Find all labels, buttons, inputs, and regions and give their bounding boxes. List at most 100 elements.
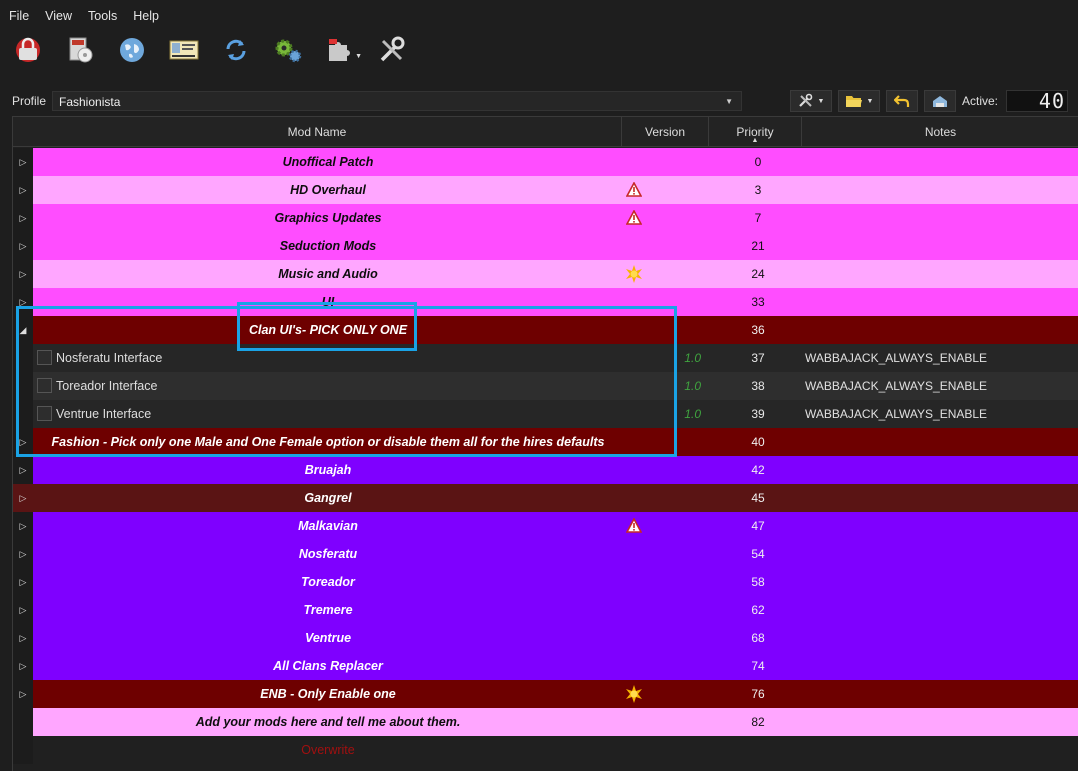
separator-row-seduction-mods[interactable]: ▷ Seduction Mods 21 [13,232,1078,260]
separator-row-enb-only-enable-one[interactable]: ▷ ENB - Only Enable one 76 [13,680,1078,708]
separator-row-hd-overhaul[interactable]: ▷ HD Overhaul 3 [13,176,1078,204]
executables-gears-button[interactable] [270,34,306,68]
separator-row-music-and-audio[interactable]: ▷ Music and Audio 24 [13,260,1078,288]
mod-priority: 47 [751,519,765,533]
mod-version: 1.0 [684,351,701,365]
expand-arrow-icon[interactable]: ▷ [13,652,33,680]
separator-row-unoffical-patch[interactable]: ▷ Unoffical Patch 0 [13,148,1078,176]
separator-row-all-clans-replacer[interactable]: ▷ All Clans Replacer 74 [13,652,1078,680]
separator-row-ventrue[interactable]: ▷ Ventrue 68 [13,624,1078,652]
warning-icon[interactable] [625,517,643,534]
profiles-card-button[interactable] [166,34,202,68]
mod-name-label: Add your mods here and tell me about the… [195,715,461,729]
expand-arrow-icon[interactable]: ▷ [13,428,33,456]
row-gutter [13,736,33,764]
mod-enable-checkbox[interactable] [37,378,52,393]
install-mod-button[interactable] [62,34,98,68]
column-header-notes[interactable]: Notes [802,117,1078,147]
active-count-display: 40 [1006,90,1068,112]
column-header-mod-name[interactable]: Mod Name [13,117,622,147]
open-instance-icon [13,35,43,68]
separator-row-graphics-updates[interactable]: ▷ Graphics Updates 7 [13,204,1078,232]
mod-version: 1.0 [684,379,701,393]
overwrite-row[interactable]: Overwrite [13,736,1078,764]
mod-name-label: HD Overhaul [290,183,366,197]
expand-arrow-icon[interactable]: ▷ [13,596,33,624]
separator-row-gangrel[interactable]: ▷ Gangrel 45 [13,484,1078,512]
expand-arrow-icon[interactable]: ▷ [13,484,33,512]
expand-arrow-icon[interactable]: ▷ [13,204,33,232]
expand-arrow-icon[interactable]: ▷ [13,512,33,540]
separator-row-nosferatu[interactable]: ▷ Nosferatu 54 [13,540,1078,568]
expand-arrow-icon[interactable]: ▷ [13,456,33,484]
warning-icon[interactable] [625,181,643,198]
column-header-version[interactable]: Version [622,117,709,147]
table-header: Mod Name Version ▲ Priority Notes [13,117,1078,147]
settings-tools-icon [377,35,407,68]
menu-tools[interactable]: Tools [80,6,125,28]
separator-row-clan-ui-s-pick-only-one[interactable]: ◢ Clan UI's- PICK ONLY ONE 36 [13,316,1078,344]
open-folder-menu-button[interactable]: ▼ [838,90,880,112]
mod-enable-checkbox[interactable] [37,350,52,365]
restore-backup-button[interactable] [886,90,918,112]
mod-row-nosferatu-interface[interactable]: Nosferatu Interface 1.0 37 WABBAJACK_ALWAYS… [13,344,1078,372]
mod-name-label: Music and Audio [278,267,378,281]
mod-row-toreador-interface[interactable]: Toreador Interface 1.0 38 WABBAJACK_ALWAYS_… [13,372,1078,400]
profile-row: Profile Fashionista ▼ ▼ ▼ Active: 40 [0,90,1078,112]
row-gutter [13,372,33,400]
mod-notes: WABBAJACK_ALWAYS_ENABLE [805,407,988,421]
expand-arrow-icon[interactable]: ▷ [13,288,33,316]
mod-notes: WABBAJACK_ALWAYS_ENABLE [805,379,988,393]
separator-row-bruajah[interactable]: ▷ Bruajah 42 [13,456,1078,484]
refresh-button[interactable] [218,34,254,68]
settings-tools-button[interactable] [374,34,410,68]
nexus-globe-button[interactable] [114,34,150,68]
mod-row-ventrue-interface[interactable]: Ventrue Interface 1.0 39 WABBAJACK_ALWAYS_E… [13,400,1078,428]
mod-name-label: Malkavian [298,519,358,533]
expand-arrow-icon[interactable]: ▷ [13,624,33,652]
plugins-puzzle-button[interactable]: ▼ [322,34,362,68]
mod-name-label: Overwrite [301,743,355,757]
mod-name-label: Clan UI's- PICK ONLY ONE [248,323,408,337]
backup-icon [933,96,947,107]
open-instance-button[interactable] [10,34,46,68]
separator-row-ui[interactable]: ▷ UI 33 [13,288,1078,316]
mod-list-table: Mod Name Version ▲ Priority Notes ▷ Unoff… [12,116,1078,771]
expand-arrow-icon[interactable]: ▷ [13,680,33,708]
mod-priority: 24 [751,267,765,281]
profile-label: Profile [12,94,47,108]
row-gutter [13,708,33,736]
separator-row-toreador[interactable]: ▷ Toreador 58 [13,568,1078,596]
warning-icon[interactable] [625,209,643,226]
mod-priority: 54 [751,547,765,561]
collapse-arrow-icon[interactable]: ◢ [13,316,33,344]
expand-arrow-icon[interactable]: ▷ [13,176,33,204]
expand-arrow-icon[interactable]: ▷ [13,540,33,568]
conflict-star-icon[interactable] [625,265,643,283]
expand-arrow-icon[interactable]: ▷ [13,260,33,288]
create-backup-button[interactable] [924,90,956,112]
menu-view[interactable]: View [37,6,80,28]
expand-arrow-icon[interactable]: ▷ [13,568,33,596]
separator-row-fashion-pick-only-one-male-and-one-femal[interactable]: ▷ Fashion - Pick only one Male and One Fe… [13,428,1078,456]
expand-arrow-icon[interactable]: ▷ [13,148,33,176]
separator-row-malkavian[interactable]: ▷ Malkavian 47 [13,512,1078,540]
mod-priority: 42 [751,463,765,477]
menu-file[interactable]: File [0,6,37,28]
mod-priority: 58 [751,575,765,589]
conflict-star-icon[interactable] [625,685,643,703]
mod-enable-checkbox[interactable] [37,406,52,421]
mod-priority: 40 [751,435,765,449]
mod-name-label: Toreador Interface [56,379,158,393]
menu-help[interactable]: Help [125,6,167,28]
mod-priority: 68 [751,631,765,645]
profile-dropdown[interactable]: Fashionista ▼ [52,91,742,111]
separator-row-add-your-mods-here-and-tell-me-about-the[interactable]: Add your mods here and tell me about the… [13,708,1078,736]
mod-priority: 7 [754,211,762,225]
mod-tools-menu-button[interactable]: ▼ [790,90,832,112]
mod-name-label: Fashion - Pick only one Male and One Fem… [51,435,605,449]
expand-arrow-icon[interactable]: ▷ [13,232,33,260]
separator-row-tremere[interactable]: ▷ Tremere 62 [13,596,1078,624]
column-header-priority[interactable]: ▲ Priority [709,117,802,147]
mod-priority: 36 [751,323,765,337]
